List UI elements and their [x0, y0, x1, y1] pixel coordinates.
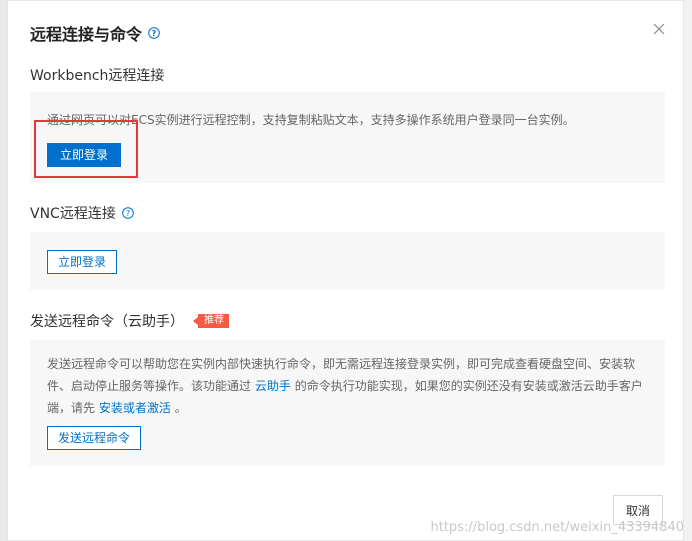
- close-icon[interactable]: [651, 21, 667, 37]
- background-edge: [0, 0, 7, 541]
- svg-text:?: ?: [152, 29, 157, 38]
- vnc-panel: 立即登录: [30, 232, 665, 290]
- send-remote-command-button[interactable]: 发送远程命令: [47, 426, 142, 450]
- cloud-assistant-desc-part3: 。: [174, 401, 187, 415]
- svg-text:?: ?: [126, 209, 130, 218]
- workbench-title-text: Workbench远程连接: [30, 68, 165, 84]
- remote-connection-dialog: 远程连接与命令 ? Workbench远程连接 通过网页可以对ECS实例进行远程…: [7, 0, 684, 541]
- vnc-title-text: VNC远程连接: [30, 206, 116, 222]
- cloud-assistant-title-text: 发送远程命令（云助手）: [30, 314, 184, 330]
- cloud-assistant-description: 发送远程命令可以帮助您在实例内部快速执行命令，即无需远程连接登录实例，即可完成查…: [47, 353, 652, 419]
- watermark: https://blog.csdn.net/weixin_43394840: [430, 520, 684, 535]
- vnc-section-title: VNC远程连接 ?: [30, 203, 134, 223]
- help-circle-icon[interactable]: ?: [122, 207, 134, 219]
- cloud-assistant-link[interactable]: 云助手: [255, 379, 291, 393]
- recommended-badge: 推荐: [193, 314, 229, 328]
- cloud-assistant-section-title: 发送远程命令（云助手） 推荐: [30, 311, 229, 331]
- highlight-box: [34, 120, 138, 178]
- dialog-title-text: 远程连接与命令: [30, 25, 143, 44]
- cloud-assistant-panel: 发送远程命令可以帮助您在实例内部快速执行命令，即无需远程连接登录实例，即可完成查…: [30, 340, 665, 466]
- install-activate-link[interactable]: 安装或者激活: [99, 401, 171, 415]
- help-circle-icon[interactable]: ?: [148, 27, 160, 39]
- dialog-title: 远程连接与命令 ?: [30, 21, 160, 45]
- vnc-login-button[interactable]: 立即登录: [47, 250, 118, 274]
- workbench-section-title: Workbench远程连接: [30, 65, 164, 85]
